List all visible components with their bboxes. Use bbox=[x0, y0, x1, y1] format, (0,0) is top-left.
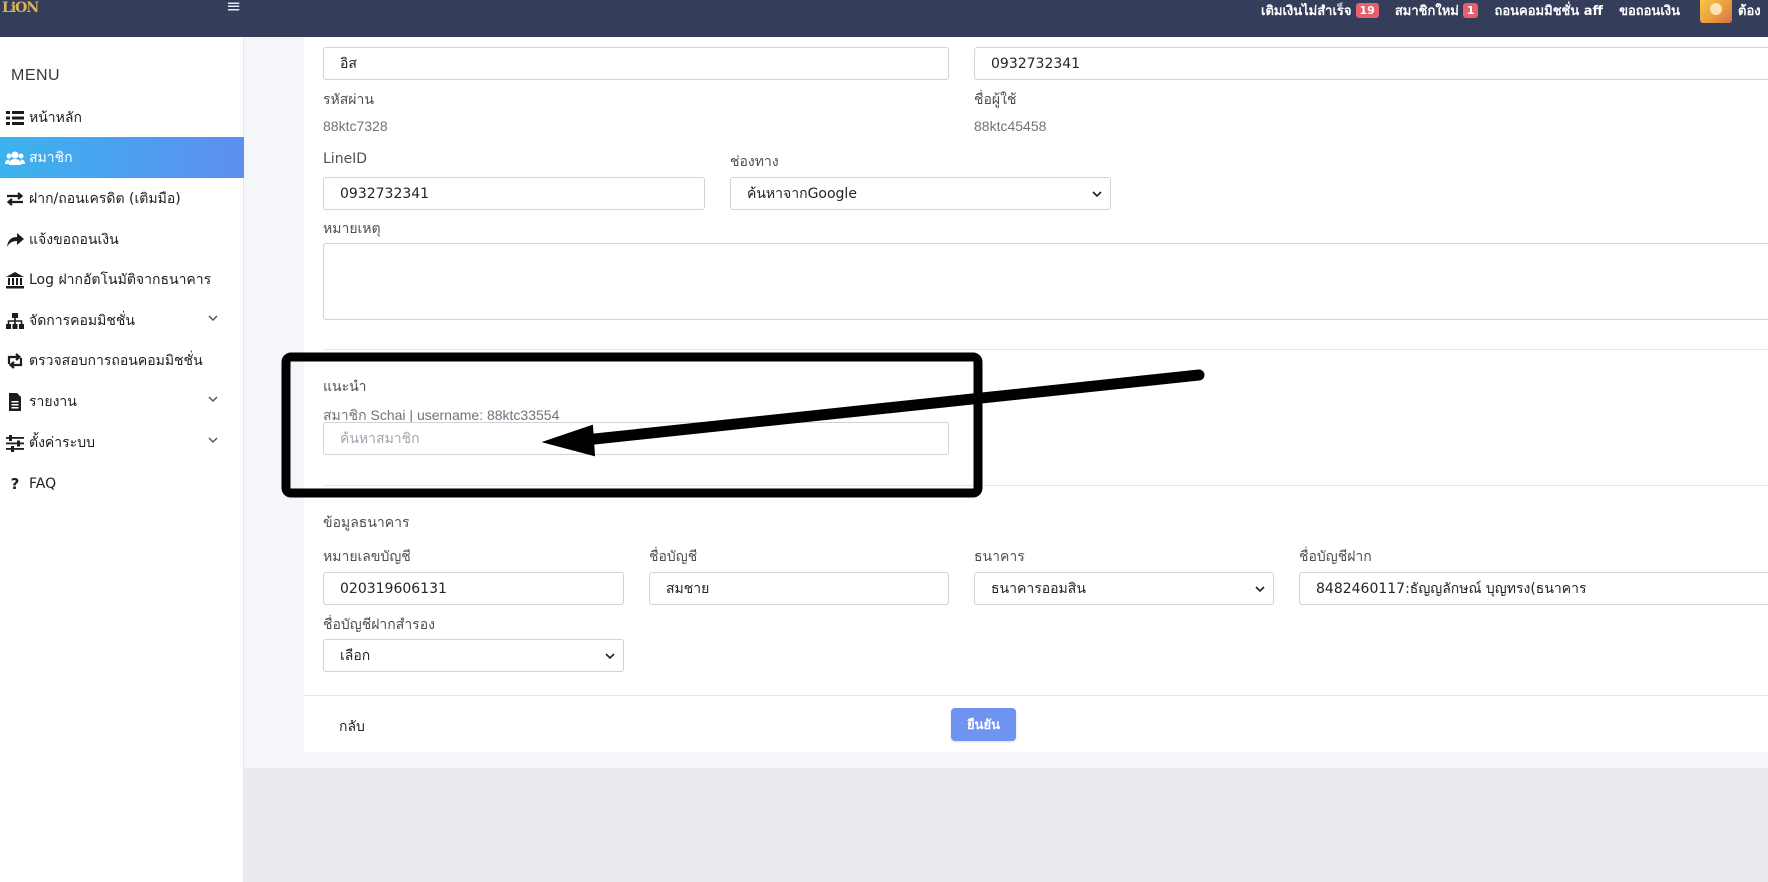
phone-input[interactable]: 0932732341 bbox=[974, 47, 1768, 80]
channel-value: ค้นหาจากGoogle bbox=[747, 185, 857, 202]
failed-topup-badge: 19 bbox=[1355, 2, 1379, 18]
sidebar-item-label: ตั้งค่าระบบ bbox=[29, 434, 95, 451]
back-button[interactable]: กลับ bbox=[339, 716, 365, 738]
sliders-icon bbox=[5, 433, 25, 453]
lastname-input[interactable]: อิส bbox=[323, 47, 949, 80]
chevron-down-icon bbox=[208, 315, 218, 322]
nav-link-label: ถอนคอมมิชชั่น aff bbox=[1494, 3, 1604, 19]
footer bbox=[244, 768, 1768, 882]
user-avatar[interactable] bbox=[1700, 0, 1732, 23]
deposit-account-select[interactable]: 8482460117:ธัญญลักษณ์ บุญทรง(ธนาคาร bbox=[1299, 572, 1768, 605]
sidebar-item-withdraw-notice[interactable]: แจ้งขอถอนเงิน bbox=[0, 219, 244, 260]
users-icon bbox=[5, 148, 25, 168]
question-icon: ? bbox=[10, 474, 20, 493]
list-icon bbox=[5, 108, 25, 128]
lineid-value: 0932732341 bbox=[340, 185, 430, 202]
backup-account-label: ชื่อบัญชีฝากสำรอง bbox=[323, 617, 435, 633]
retweet-icon bbox=[5, 351, 25, 371]
share-icon bbox=[5, 230, 25, 250]
password-value: 88ktc7328 bbox=[323, 118, 388, 134]
sidebar-item-members[interactable]: สมาชิก bbox=[0, 137, 244, 178]
nav-link-aff-commission[interactable]: ถอนคอมมิชชั่น aff bbox=[1494, 0, 1603, 21]
bank-icon bbox=[5, 270, 25, 290]
sidebar-item-label: รายงาน bbox=[29, 393, 77, 410]
chevron-down-icon bbox=[208, 396, 218, 403]
sidebar-item-commission[interactable]: จัดการคอมมิชชั่น bbox=[0, 300, 244, 341]
sidebar-item-label: จัดการคอมมิชชั่น bbox=[29, 312, 135, 329]
referral-label: แนะนำ bbox=[323, 379, 367, 395]
bank-select[interactable]: ธนาคารออมสิน bbox=[974, 572, 1274, 605]
sidebar-item-faq[interactable]: ? FAQ bbox=[0, 463, 244, 504]
sidebar-item-deposit-withdraw[interactable]: ฝาก/ถอนเครดิต (เติมมือ) bbox=[0, 178, 244, 219]
brand-logo[interactable]: LiON bbox=[2, 0, 52, 22]
top-navbar: LiON ≡ เติมเงินไม่สำเร็จ 19 สมาชิกใหม่ 1… bbox=[0, 0, 1768, 37]
sidebar-item-reports[interactable]: รายงาน bbox=[0, 381, 244, 422]
account-name-input[interactable]: สมชาย bbox=[649, 572, 949, 605]
account-name-value: สมชาย bbox=[666, 580, 710, 597]
chevron-down-icon bbox=[1255, 586, 1265, 593]
bank-section-label: ข้อมูลธนาคาร bbox=[323, 515, 410, 531]
divider bbox=[323, 485, 1768, 486]
note-textarea[interactable] bbox=[323, 243, 1768, 320]
note-label: หมายเหตุ bbox=[323, 221, 381, 237]
menu-title: MENU bbox=[11, 67, 61, 84]
sidebar-item-home[interactable]: หน้าหลัก bbox=[0, 97, 244, 138]
nav-link-label: เติมเงินไม่สำเร็จ bbox=[1261, 3, 1352, 19]
nav-link-new-members[interactable]: สมาชิกใหม่ 1 bbox=[1395, 0, 1479, 21]
channel-select[interactable]: ค้นหาจากGoogle bbox=[730, 177, 1111, 210]
member-search-input[interactable]: ค้นหาสมาชิก bbox=[323, 422, 949, 455]
navbar-links: เติมเงินไม่สำเร็จ 19 สมาชิกใหม่ 1 ถอนคอม… bbox=[1245, 0, 1768, 23]
hamburger-menu-icon[interactable]: ≡ bbox=[226, 0, 241, 16]
phone-value: 0932732341 bbox=[991, 55, 1081, 72]
account-number-input[interactable]: 020319606131 bbox=[323, 572, 624, 605]
confirm-button[interactable]: ยืนยัน bbox=[951, 708, 1016, 741]
document-icon bbox=[5, 392, 25, 412]
sidebar-item-bank-log[interactable]: Log ฝากอัตโนมัติจากธนาคาร bbox=[0, 259, 244, 300]
lineid-input[interactable]: 0932732341 bbox=[323, 177, 705, 210]
sidebar-item-label: สมาชิก bbox=[29, 149, 73, 166]
account-name-label: ชื่อบัญชี bbox=[649, 549, 698, 565]
backup-account-select[interactable]: เลือก bbox=[323, 639, 624, 672]
backup-account-value: เลือก bbox=[340, 647, 371, 664]
nav-link-failed-topup[interactable]: เติมเงินไม่สำเร็จ 19 bbox=[1261, 0, 1379, 21]
password-label: รหัสผ่าน bbox=[323, 92, 374, 108]
username-label: ชื่อผู้ใช้ bbox=[974, 92, 1017, 108]
divider bbox=[323, 349, 1768, 350]
new-members-badge: 1 bbox=[1462, 2, 1479, 18]
exchange-icon bbox=[5, 189, 25, 209]
deposit-account-value: 8482460117:ธัญญลักษณ์ บุญทรง(ธนาคาร bbox=[1316, 580, 1587, 597]
sidebar-item-label: FAQ bbox=[29, 475, 57, 492]
sidebar-item-settings[interactable]: ตั้งค่าระบบ bbox=[0, 422, 244, 463]
bank-value: ธนาคารออมสิน bbox=[991, 580, 1086, 597]
account-number-value: 020319606131 bbox=[340, 580, 447, 597]
account-number-label: หมายเลขบัญชี bbox=[323, 549, 411, 565]
username-value: 88ktc45458 bbox=[974, 118, 1047, 134]
nav-link-label: ขอถอนเงิน bbox=[1619, 3, 1680, 19]
sidebar-item-label: ฝาก/ถอนเครดิต (เติมมือ) bbox=[29, 190, 181, 207]
sitemap-icon bbox=[5, 311, 25, 331]
lastname-value: อิส bbox=[340, 55, 357, 72]
nav-link-label: สมาชิกใหม่ bbox=[1394, 3, 1459, 19]
member-search-placeholder: ค้นหาสมาชิก bbox=[340, 430, 420, 447]
sidebar-item-label: Log ฝากอัตโนมัติจากธนาคาร bbox=[29, 271, 212, 288]
chevron-down-icon bbox=[1092, 191, 1102, 198]
sidebar-item-label: แจ้งขอถอนเงิน bbox=[29, 231, 119, 248]
sidebar-item-commission-check[interactable]: ตรวจสอบการถอนคอมมิชชั่น bbox=[0, 340, 244, 381]
chevron-down-icon bbox=[605, 653, 615, 660]
logo-text: LiON bbox=[2, 0, 39, 16]
channel-label: ช่องทาง bbox=[730, 154, 779, 170]
user-name[interactable]: ต้อง bbox=[1738, 0, 1768, 21]
sidebar-item-label: ตรวจสอบการถอนคอมมิชชั่น bbox=[29, 352, 203, 369]
bank-label: ธนาคาร bbox=[974, 549, 1025, 565]
deposit-account-label: ชื่อบัญชีฝาก bbox=[1299, 549, 1372, 565]
divider bbox=[304, 695, 1768, 696]
sidebar-item-label: หน้าหลัก bbox=[29, 109, 82, 126]
nav-link-withdraw-request[interactable]: ขอถอนเงิน bbox=[1619, 0, 1680, 21]
member-edit-form: อิส 0932732341 รหัสผ่าน 88ktc7328 ชื่อผู… bbox=[304, 37, 1768, 752]
sidebar: MENU หน้าหลัก สมาชิก ฝาก/ถอนเครดิต (เติม… bbox=[0, 37, 244, 882]
chevron-down-icon bbox=[208, 437, 218, 444]
lineid-label: LineID bbox=[323, 151, 368, 167]
